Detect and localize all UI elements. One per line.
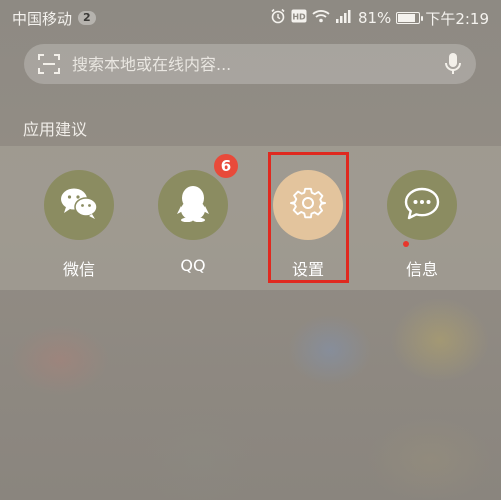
notification-badge: 6 [214, 154, 238, 178]
message-icon [404, 186, 440, 224]
battery-percent: 81% [357, 9, 392, 27]
app-icon-qq[interactable]: 6 [158, 154, 238, 240]
qq-penguin-icon [176, 184, 210, 226]
section-title-app-suggestions: 应用建议 [23, 120, 88, 139]
app-messages[interactable]: 信息 [372, 146, 472, 290]
battery-icon [396, 12, 424, 24]
app-icon-wechat[interactable] [44, 170, 114, 240]
microphone-icon[interactable] [444, 52, 462, 76]
wechat-icon [59, 186, 99, 224]
highlight-box-settings [268, 152, 349, 283]
sim-badge: 2 [78, 11, 96, 25]
app-suggestions-strip: 微信 6 QQ 设置 信息 [0, 146, 501, 290]
search-bar[interactable] [24, 44, 476, 84]
alarm-icon [270, 8, 286, 28]
app-wechat[interactable]: 微信 [29, 146, 129, 290]
wifi-icon [312, 9, 330, 27]
app-label-qq: QQ [180, 256, 206, 275]
carrier-name: 中国移动 [12, 9, 73, 28]
status-right: HD 81% 下午2:19 [270, 8, 489, 29]
hd-icon: HD [291, 9, 307, 27]
signal-icon [335, 9, 353, 27]
app-label-wechat: 微信 [62, 260, 95, 279]
app-qq[interactable]: 6 QQ [143, 146, 243, 290]
status-bar: 中国移动 2 HD 81% 下午2:19 [0, 0, 501, 36]
search-input[interactable] [72, 54, 444, 74]
unread-dot [403, 241, 409, 247]
status-left: 中国移动 2 [12, 8, 96, 29]
app-icon-messages[interactable] [387, 170, 457, 247]
clock-time: 下午2:19 [425, 9, 489, 28]
battery-fill [398, 14, 415, 22]
scan-icon[interactable] [38, 53, 60, 75]
app-label-messages: 信息 [405, 260, 438, 279]
svg-text:HD: HD [292, 13, 306, 22]
